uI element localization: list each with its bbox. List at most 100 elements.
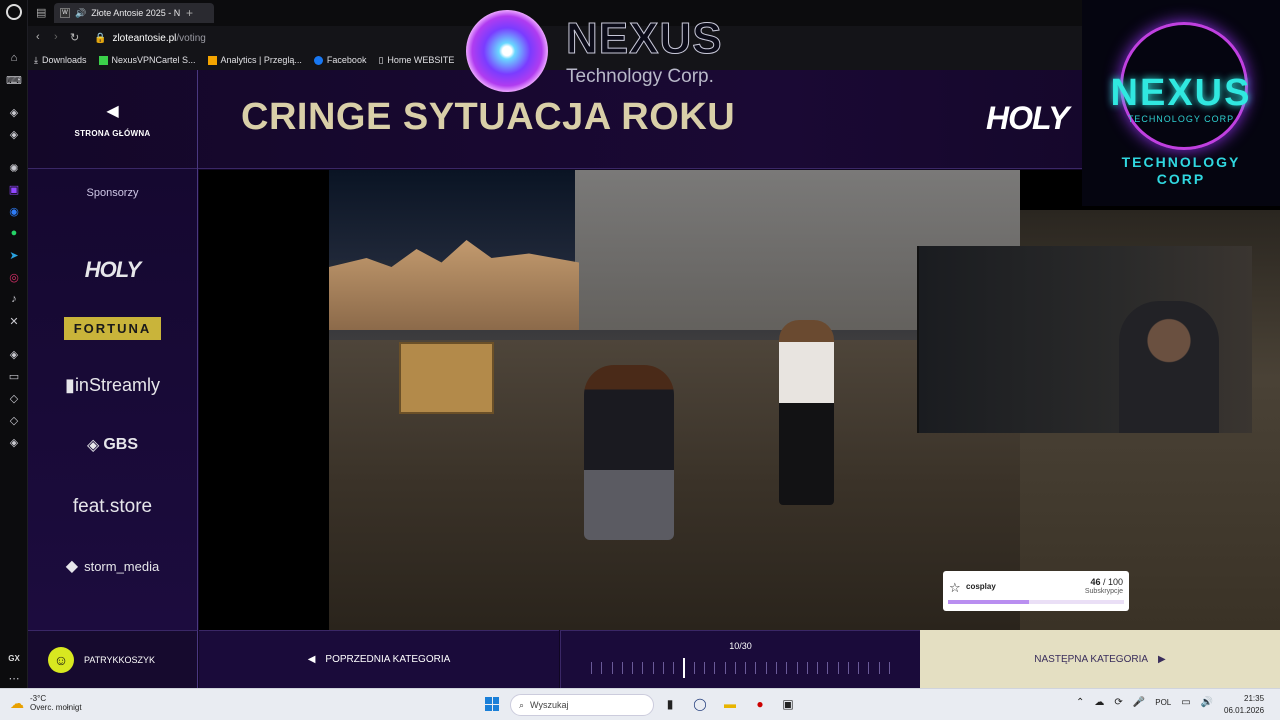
diamond-icon[interactable]: ◈ xyxy=(6,346,22,362)
telegram-icon[interactable]: ➤ xyxy=(6,247,22,263)
weather-temp: -3°C xyxy=(30,694,47,703)
speaker-icon[interactable]: 🔊 xyxy=(75,8,86,19)
search-placeholder: Wyszukaj xyxy=(530,700,569,710)
weather-widget[interactable]: ☁ -3°C Overc. mołnigt xyxy=(10,694,82,712)
bookmark-facebook[interactable]: Facebook xyxy=(313,55,366,65)
chevron-up-icon[interactable]: ⌃ xyxy=(1076,697,1084,708)
messenger-icon[interactable]: ◉ xyxy=(6,203,22,219)
home-label: STRONA GŁÓWNA xyxy=(74,129,151,138)
nexus-orb-icon xyxy=(466,10,548,92)
terminal-icon[interactable]: ▣ xyxy=(780,696,796,712)
opera-taskbar-icon[interactable]: ◯ xyxy=(692,696,708,712)
previous-category-button[interactable]: ◀ POPRZEDNIA KATEGORIA xyxy=(199,630,559,688)
controller-icon[interactable]: ⌨ xyxy=(6,72,22,88)
header-sponsor-logo: HOLY xyxy=(986,100,1070,136)
windows-start-icon[interactable] xyxy=(485,697,499,711)
diamond-icon[interactable]: ◈ xyxy=(6,434,22,450)
weather-desc: Overc. mołnigt xyxy=(30,703,82,712)
instagram-icon[interactable]: ◎ xyxy=(6,269,22,285)
standing-person-image xyxy=(779,320,834,505)
progress-tick xyxy=(868,662,870,674)
progress-label: 10/30 xyxy=(729,641,752,651)
task-view-icon[interactable]: ▮ xyxy=(662,696,678,712)
sub-goal-bar xyxy=(948,600,1124,604)
sponsor-instreamly-logo[interactable]: ▮ inStreamly xyxy=(28,375,197,396)
kneeling-person-image xyxy=(584,365,674,540)
diamond-icon[interactable]: ◇ xyxy=(6,390,22,406)
sub-goal-label: cosplay xyxy=(966,582,996,591)
more-icon[interactable]: ⋯ xyxy=(6,670,22,686)
bookmark-analytics[interactable]: Analytics | Przeglą... xyxy=(207,55,302,65)
diamond-icon[interactable]: ◈ xyxy=(6,104,22,120)
facebook-icon xyxy=(313,55,323,65)
category-progress: 10/30 xyxy=(560,630,920,688)
x-icon[interactable]: ✕ xyxy=(6,313,22,329)
progress-tick xyxy=(683,658,686,678)
progress-tick xyxy=(889,662,890,674)
clock-date: 06.01.2026 xyxy=(1224,706,1265,715)
bookmark-home-website[interactable]: ▯ Home WEBSITE xyxy=(378,55,454,66)
opera-logo-icon[interactable] xyxy=(6,4,22,20)
next-category-button[interactable]: NASTĘPNA KATEGORIA ▶ xyxy=(920,630,1280,688)
bookmark-nexusvpn[interactable]: NexusVPNCartel S... xyxy=(98,55,196,65)
url-field[interactable]: 🔒 zloteantosie.pl/voting xyxy=(94,30,474,46)
gx-label[interactable]: GX xyxy=(6,650,22,666)
file-explorer-icon[interactable]: ▬ xyxy=(722,696,738,712)
opera-gx-taskbar-icon[interactable]: ● xyxy=(752,696,768,712)
sponsor-holy-logo[interactable]: HOLY xyxy=(28,257,197,283)
nexus-corner-sub2: TECHNOLOGY CORP xyxy=(1121,154,1241,187)
wallet-icon[interactable]: ▭ xyxy=(6,368,22,384)
progress-tick xyxy=(642,662,644,674)
diamond-icon[interactable]: ◈ xyxy=(6,126,22,142)
progress-tick xyxy=(837,662,839,674)
home-link[interactable]: ◀ STRONA GŁÓWNA xyxy=(28,70,198,169)
progress-tick xyxy=(786,662,788,674)
cloud-icon: ☁ xyxy=(10,694,24,711)
tab-list-icon[interactable]: ▤ xyxy=(36,6,46,19)
nexus-corner-sub1: TECHNOLOGY CORP xyxy=(1127,114,1235,124)
user-profile[interactable]: ☺ PATRYKKOSZYK xyxy=(28,630,198,688)
arrow-left-icon: ◀ xyxy=(307,654,316,665)
new-tab-button[interactable]: + xyxy=(186,6,193,20)
home-icon[interactable]: ⌂ xyxy=(6,50,22,66)
bookmark-downloads[interactable]: ⤓ Downloads xyxy=(34,55,87,66)
progress-tick xyxy=(775,662,777,674)
back-icon[interactable]: ‹ xyxy=(36,31,40,43)
progress-tick xyxy=(878,662,880,674)
twitch-icon[interactable]: ▣ xyxy=(6,181,22,197)
arrow-right-icon: ▶ xyxy=(1158,653,1166,665)
previous-category-label: POPRZEDNIA KATEGORIA xyxy=(325,654,451,665)
progress-tick xyxy=(724,662,726,674)
category-title: CRINGE SYTUACJA ROKU xyxy=(241,96,736,138)
sponsor-fortuna-logo[interactable]: FORTUNA xyxy=(28,317,197,340)
progress-tick xyxy=(652,662,654,674)
sub-goal-fill xyxy=(948,600,1029,604)
sponsor-gbs-logo[interactable]: ◈ GBS xyxy=(28,435,197,455)
site-footer: ☺ PATRYKKOSZYK ◀ POPRZEDNIA KATEGORIA 10… xyxy=(28,630,1280,688)
progress-tick xyxy=(755,662,757,674)
sponsors-panel: Sponsorzy HOLY FORTUNA ▮ inStreamly ◈ GBS … xyxy=(28,169,198,630)
language-indicator[interactable]: POL xyxy=(1155,698,1171,707)
progress-tick xyxy=(847,662,849,674)
diamond-icon[interactable]: ◇ xyxy=(6,412,22,428)
sponsor-stormmedia-logo[interactable]: ◆ storm_media xyxy=(28,556,197,576)
microphone-icon[interactable]: 🎤 xyxy=(1133,697,1145,708)
streamer-image xyxy=(1119,301,1219,433)
display-icon[interactable]: ▭ xyxy=(1181,697,1190,708)
taskbar-search[interactable]: ⌕ Wyszukaj xyxy=(510,694,654,716)
chatgpt-icon[interactable]: ✺ xyxy=(6,160,22,176)
nexus-corner-title: NEXUS xyxy=(1110,72,1252,114)
sync-icon[interactable]: ⟳ xyxy=(1114,697,1122,708)
whatsapp-icon[interactable]: ● xyxy=(6,225,22,241)
volume-icon[interactable]: 🔊 xyxy=(1201,697,1213,708)
next-category-label: NASTĘPNA KATEGORIA xyxy=(1034,653,1149,665)
cloud-tray-icon[interactable]: ☁ xyxy=(1094,697,1104,708)
forward-icon[interactable]: › xyxy=(54,31,58,43)
reload-icon[interactable]: ↻ xyxy=(70,31,79,44)
site-favicon-icon: W xyxy=(60,8,70,18)
tab-title: Złote Antosie 2025 - N xyxy=(91,8,181,18)
url-path: /voting xyxy=(176,32,206,44)
tiktok-icon[interactable]: ♪ xyxy=(6,291,22,307)
taskbar-clock[interactable]: 21:35 06.01.2026 xyxy=(1224,693,1264,717)
sponsor-featstore-logo[interactable]: feat.store xyxy=(28,496,197,518)
